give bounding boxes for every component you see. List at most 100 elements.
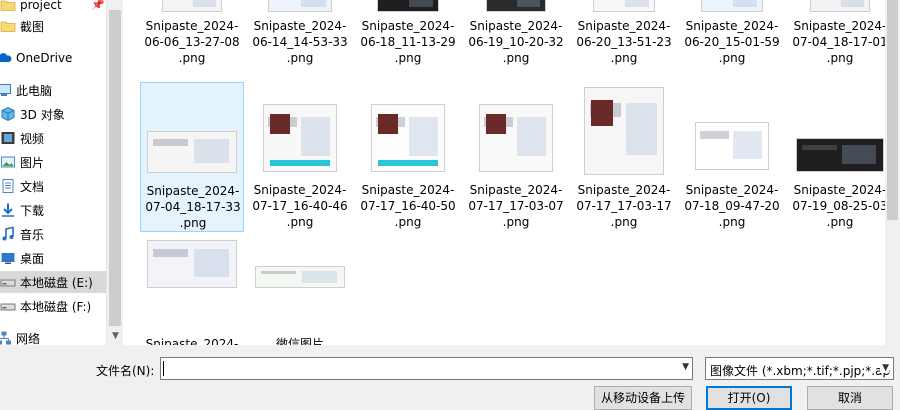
file-name-line: 06-20_13-51-23 (576, 35, 672, 49)
file-item[interactable]: 微信图片_20240516170640.png (248, 236, 352, 345)
file-name: Snipaste_2024- 06-20_15-01-59 .png (680, 18, 784, 66)
file-name-line: 微信图片 (275, 337, 324, 345)
file-name-line: .png (502, 215, 530, 229)
file-name-line: .png (178, 51, 206, 65)
file-name: Snipaste_2024- 06-20_13-51-23 .png (572, 18, 676, 66)
file-name-line: 07-17_17-03-17 (576, 199, 672, 213)
file-name-line: 06-06_13-27-08 (144, 35, 240, 49)
nav-item-label: 此电脑 (16, 83, 53, 98)
upload-from-mobile-button[interactable]: 从移动设备上传 (594, 386, 692, 410)
file-name-line: .png (179, 216, 207, 230)
nav-item[interactable]: 文档 (0, 175, 106, 197)
nav-item-label: 桌面 (20, 251, 45, 266)
file-name-line: Snipaste_2024- (793, 183, 885, 197)
file-name-line: .png (610, 51, 638, 65)
file-name-line: 07-04_18-17-01 (792, 35, 885, 49)
scroll-down-arrow-icon[interactable]: ▼ (107, 328, 124, 345)
file-name: Snipaste_2024- 06-18_11-13-29 .png (356, 18, 460, 66)
nav-item-label: 视频 (20, 131, 45, 146)
file-name-line: Snipaste_2024- (469, 19, 563, 33)
file-thumbnail (593, 0, 655, 12)
file-name-line: Snipaste_2024- (253, 19, 347, 33)
nav-item[interactable]: 视频 (0, 127, 106, 149)
nav-item[interactable]: project (0, 0, 106, 16)
file-name: Snipaste_2024- 06-14_14-53-33 .png (248, 18, 352, 66)
file-name-line: Snipaste_2024- (361, 19, 455, 33)
nav-item-label: 3D 对象 (20, 107, 65, 122)
file-list-view: Snipaste_2024- 06-06_13-27-08 .png Snipaste… (124, 0, 885, 345)
nav-item[interactable]: 图片 (0, 151, 106, 173)
file-open-dialog: 📌 project 截图 OneDrive 此电脑 3D 对象 视频 图片 文档 下载 音乐 桌面本… (0, 0, 900, 410)
file-name: Snipaste_2024- 07-17_17-03-17 .png (572, 182, 676, 230)
file-name-line: 07-17_16-40-46 (252, 199, 348, 213)
file-item[interactable]: Snipaste_2024- 07-17_17-03-07 .png (464, 82, 568, 232)
file-name-line: Snipaste_2024- (685, 183, 779, 197)
file-name-line: Snipaste_2024- (793, 19, 885, 33)
music-icon (0, 226, 16, 242)
file-name-line: Snipaste_2024- (145, 19, 239, 33)
file-type-filter-value: 图像文件 (*.xbm;*.tif;*.pjp;*.ap (710, 364, 891, 378)
nav-item[interactable]: 此电脑 (0, 79, 106, 101)
nav-item[interactable]: 截图 (0, 15, 106, 37)
file-item[interactable]: Snipaste_2024- 07-17_16-40-46 .png (248, 82, 352, 232)
file-thumbnail (695, 122, 769, 170)
file-name-line: .png (718, 51, 746, 65)
nav-item-label: 网络 (16, 331, 41, 346)
nav-item-label: 文档 (20, 179, 45, 194)
file-thumbnail (268, 0, 332, 12)
file-type-filter-select[interactable]: 图像文件 (*.xbm;*.tif;*.pjp;*.ap ▼ (705, 357, 894, 380)
nav-item[interactable]: 音乐 (0, 223, 106, 245)
nav-item[interactable]: 网络 (0, 327, 106, 345)
chevron-down-icon[interactable]: ▼ (880, 363, 889, 373)
file-list-scrollbar[interactable] (885, 0, 900, 345)
nav-item-label: 截图 (20, 19, 45, 34)
file-name-line: Snipaste_2024- (577, 183, 671, 197)
filename-label: 文件名(N): (96, 364, 155, 378)
nav-item[interactable]: 本地磁盘 (F:) (0, 295, 106, 317)
nav-item[interactable]: 桌面 (0, 247, 106, 269)
file-thumbnail (263, 104, 337, 172)
file-name-line: 06-19_10-20-32 (468, 35, 564, 49)
navigation-scrollbar-thumb[interactable] (109, 10, 121, 326)
file-list-scrollbar-thumb[interactable] (887, 0, 898, 220)
nav-item[interactable]: 下载 (0, 199, 106, 221)
file-item[interactable]: Snipaste_2024- 07-19_08-25-03 .png (788, 82, 885, 232)
file-name: Snipaste_2024- 06-06_13-27-08 .png (140, 18, 244, 66)
open-button[interactable]: 打开(O) (706, 386, 792, 410)
file-name-line: .png (394, 51, 422, 65)
file-item[interactable]: Snipaste_2024- 07-17_16-40-50 .png (356, 82, 460, 232)
file-name: Snipaste_2024- 07-17_16-40-46 .png (248, 182, 352, 230)
file-name-line: 06-18_11-13-29 (360, 35, 456, 49)
file-thumbnail (377, 0, 439, 12)
filename-combobox[interactable]: ▼ (160, 357, 693, 380)
file-name: Snipaste_2024- 06-19_10-20-32 .png (464, 18, 568, 66)
navigation-scrollbar[interactable]: ▼ (106, 0, 123, 345)
pictures-icon (0, 154, 16, 170)
nav-item[interactable]: 本地磁盘 (E:) (0, 271, 106, 293)
desktop-icon (0, 250, 16, 266)
nav-item[interactable]: OneDrive (0, 47, 106, 69)
nav-item-label: OneDrive (16, 51, 73, 65)
file-thumbnail (479, 104, 553, 172)
file-item[interactable]: Snipaste_2024- 07-18_09-47-20 .png (680, 82, 784, 232)
filename-input[interactable] (161, 358, 671, 379)
chevron-down-icon[interactable]: ▼ (682, 362, 689, 372)
file-name-line: .png (718, 215, 746, 229)
file-name: Snipaste_2024-07-20_14-58-42.png (140, 336, 244, 345)
folder-icon (0, 18, 16, 34)
nav-item[interactable]: 3D 对象 (0, 103, 106, 125)
file-name-line: .png (394, 215, 422, 229)
file-name: Snipaste_2024- 07-04_18-17-01 .png (788, 18, 885, 66)
file-thumbnail (371, 104, 445, 172)
file-name: Snipaste_2024- 07-17_17-03-07 .png (464, 182, 568, 230)
file-name-line: 07-04_18-17-33 (145, 200, 241, 214)
file-item[interactable]: Snipaste_2024- 07-17_17-03-17 .png (572, 82, 676, 232)
text-caret (163, 361, 164, 376)
folder-icon (0, 0, 16, 13)
file-item[interactable]: Snipaste_2024- 07-04_18-17-33 .png (140, 82, 244, 232)
file-name-line: .png (826, 215, 854, 229)
file-item[interactable]: Snipaste_2024-07-20_14-58-42.png (140, 236, 244, 345)
cancel-button[interactable]: 取消 (807, 386, 893, 410)
file-name-line: Snipaste_2024- (685, 19, 779, 33)
navigation-pane: 📌 project 截图 OneDrive 此电脑 3D 对象 视频 图片 文档 下载 音乐 桌面本… (0, 0, 106, 345)
